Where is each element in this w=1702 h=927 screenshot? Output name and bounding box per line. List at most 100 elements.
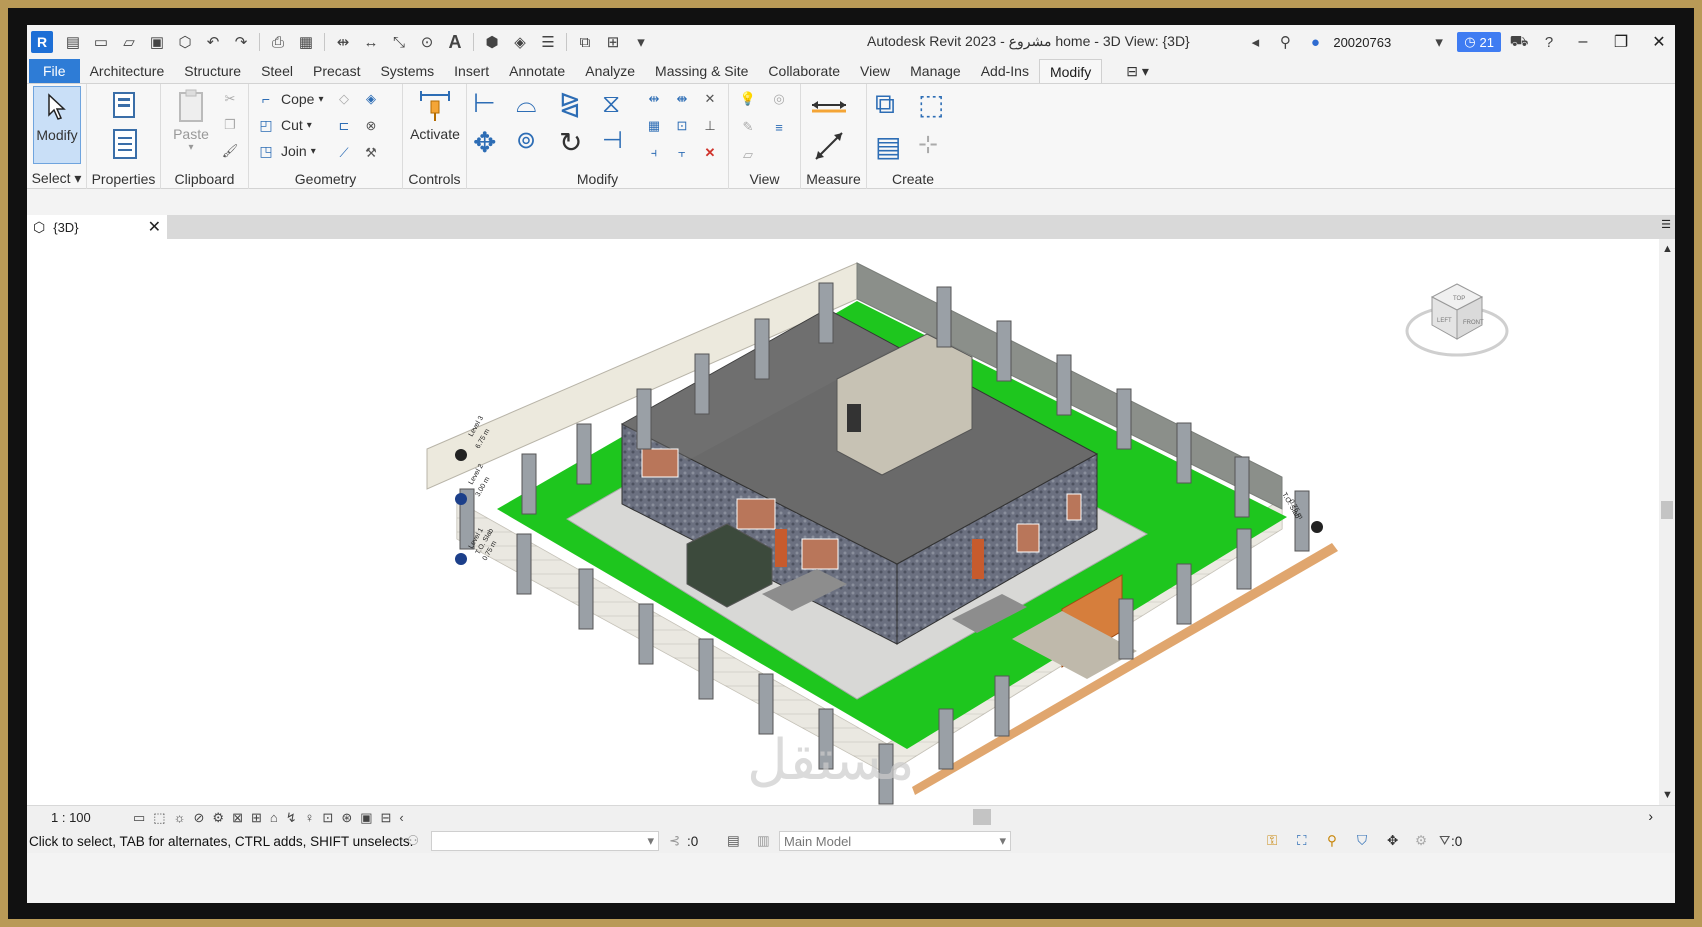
split-element-icon[interactable]: ⇹ <box>643 88 665 110</box>
type-properties-icon[interactable] <box>107 88 143 124</box>
tab-precast[interactable]: Precast <box>303 59 370 83</box>
scale-icon[interactable]: ⊡ <box>671 115 693 137</box>
sun-path-icon[interactable]: ☼ <box>174 810 186 826</box>
select-pinned-icon[interactable]: ⚲ <box>1327 833 1337 849</box>
trim-extend-icon[interactable]: ⊣ <box>602 126 640 160</box>
select-by-face-icon[interactable]: ⛉ <box>1357 833 1367 849</box>
section-icon[interactable]: ◈ <box>508 31 532 53</box>
editable-only-icon[interactable]: ▤ <box>727 833 740 849</box>
thin-lines-icon[interactable]: ☰ <box>536 31 560 53</box>
help-icon[interactable]: ? <box>1537 31 1561 53</box>
undo-icon[interactable]: ↶ <box>201 31 225 53</box>
vertical-scrollbar[interactable]: ▲ ▼ <box>1659 239 1675 805</box>
create-parts-icon[interactable]: ⬚ <box>918 88 956 124</box>
view-scale[interactable]: 1 : 100 <box>51 810 111 825</box>
view-tab-3d[interactable]: ⬡ {3D} ✕ <box>27 215 167 239</box>
scroll-thumb[interactable] <box>1661 501 1673 519</box>
split-with-gap-icon[interactable]: ⇼ <box>671 88 693 110</box>
line-weights-icon[interactable]: ≡ <box>768 116 790 138</box>
aligned-dimension-icon[interactable]: ↔ <box>359 31 383 53</box>
mirror-draw-axis-icon[interactable]: ⧖ <box>602 88 640 122</box>
scroll-right-icon[interactable]: › <box>1648 808 1653 824</box>
tab-systems[interactable]: Systems <box>370 59 444 83</box>
3d-view-icon[interactable]: ⬢ <box>480 31 504 53</box>
tab-massing-site[interactable]: Massing & Site <box>645 59 758 83</box>
scroll-down-icon[interactable]: ▼ <box>1662 789 1673 801</box>
user-dropdown-icon[interactable]: ▾ <box>1427 31 1451 53</box>
rotate-icon[interactable]: ↻ <box>559 126 597 160</box>
revit-logo[interactable]: R <box>31 31 53 53</box>
tab-modify[interactable]: Modify <box>1038 59 1103 83</box>
tag-icon[interactable]: ⊙ <box>415 31 439 53</box>
level-marker-icon[interactable] <box>455 449 467 461</box>
copy-element-icon[interactable]: ⊚ <box>516 126 554 160</box>
close-button[interactable]: ✕ <box>1643 25 1675 59</box>
lightbulb-icon[interactable]: 💡 <box>737 88 759 110</box>
tab-file[interactable]: File <box>29 59 80 83</box>
unpin-icon[interactable]: ✕ <box>699 88 721 110</box>
tab-view[interactable]: View <box>850 59 900 83</box>
temporary-hide-icon[interactable]: ↯ <box>286 810 297 826</box>
tab-structure[interactable]: Structure <box>174 59 251 83</box>
view-list-dropdown-icon[interactable]: ☰ <box>1661 218 1671 231</box>
ribbon-display-toggle[interactable]: ⊟ ▾ <box>1116 59 1159 83</box>
create-similar-icon[interactable]: ⊹ <box>918 130 956 166</box>
tab-annotate[interactable]: Annotate <box>499 59 575 83</box>
trim-single-icon[interactable]: ⫞ <box>643 142 665 164</box>
horizontal-scroll-thumb[interactable] <box>973 809 991 825</box>
shadows-icon[interactable]: ⊘ <box>194 810 205 826</box>
split-face-icon[interactable]: ◇ <box>333 88 355 110</box>
binoculars-icon[interactable]: ⚲ <box>1273 31 1297 53</box>
customize-qat-icon[interactable]: ▾ <box>629 31 653 53</box>
drag-on-selection-icon[interactable]: ✥ <box>1387 833 1398 849</box>
model-3d-view[interactable]: Level 3 6.75 m Level 2 3.00 m Level 1 T.… <box>27 239 1675 805</box>
scroll-up-icon[interactable]: ▲ <box>1662 243 1673 255</box>
rendering-icon[interactable]: ⚙ <box>212 810 224 826</box>
tab-analyze[interactable]: Analyze <box>575 59 645 83</box>
viewcube[interactable]: TOP LEFT FRONT <box>1405 283 1509 357</box>
user-icon[interactable]: ● <box>1303 31 1327 53</box>
reveal-hidden-icon[interactable]: ♀ <box>305 810 315 826</box>
tab-insert[interactable]: Insert <box>444 59 499 83</box>
dimension-icon[interactable] <box>809 128 849 164</box>
open-folder-icon[interactable]: ▱ <box>117 31 141 53</box>
align-icon[interactable]: ⊢ <box>473 88 511 122</box>
show-crop-icon[interactable]: ⊞ <box>251 810 262 826</box>
move-icon[interactable]: ✥ <box>473 126 511 160</box>
tab-add-ins[interactable]: Add-Ins <box>971 59 1039 83</box>
unlocked-view-icon[interactable]: ⌂ <box>270 810 278 826</box>
close-hidden-icon[interactable]: ⧉ <box>573 31 597 53</box>
override-graphics-icon[interactable]: ◎ <box>768 88 790 110</box>
design-option-dropdown[interactable]: Main Model ▾ <box>779 831 1011 851</box>
select-underlay-icon[interactable]: ⛶ <box>1297 833 1306 849</box>
redo-icon[interactable]: ↷ <box>229 31 253 53</box>
select-links-icon[interactable]: ⚿ <box>1267 833 1277 849</box>
scroll-left-icon[interactable]: ‹ <box>399 810 403 826</box>
create-assembly-icon[interactable]: ⧉ <box>875 88 913 124</box>
spot-elevation-icon[interactable]: ⤡ <box>387 31 411 53</box>
copy-icon[interactable]: ❐ <box>219 114 241 136</box>
cut-scissors-icon[interactable]: ✂ <box>219 88 241 110</box>
measure-between-icon[interactable] <box>809 90 849 120</box>
level-marker-icon[interactable] <box>455 493 467 505</box>
crop-view-icon[interactable]: ⊠ <box>232 810 243 826</box>
cut-button[interactable]: ◰ Cut ▾ <box>255 114 311 136</box>
demolish-icon[interactable]: ⊗ <box>360 115 382 137</box>
selection-filter-icon[interactable]: ⊰ <box>669 833 680 849</box>
text-icon[interactable]: A <box>443 31 467 53</box>
offset-icon[interactable]: ⌓ <box>516 88 554 122</box>
background-process-icon[interactable]: ⚙ <box>1415 833 1427 849</box>
analytical-model-icon[interactable]: ⊛ <box>341 810 352 826</box>
detail-level-icon[interactable]: ▭ <box>133 810 145 826</box>
save-icon[interactable]: ▣ <box>145 31 169 53</box>
eraser-icon[interactable]: ▱ <box>737 144 759 166</box>
trial-badge[interactable]: ◷ 21 <box>1457 32 1501 52</box>
tab-collaborate[interactable]: Collaborate <box>758 59 850 83</box>
activate-button[interactable]: Activate <box>409 86 461 142</box>
restore-button[interactable]: ❐ <box>1605 25 1637 59</box>
drawing-canvas[interactable]: Level 3 6.75 m Level 2 3.00 m Level 1 T.… <box>27 239 1675 805</box>
wall-joins-icon[interactable]: ⊏ <box>333 115 355 137</box>
home-icon[interactable]: ▤ <box>61 31 85 53</box>
trim-multiple-icon[interactable]: ⫟ <box>671 142 693 164</box>
delete-icon[interactable]: ✕ <box>699 142 721 164</box>
